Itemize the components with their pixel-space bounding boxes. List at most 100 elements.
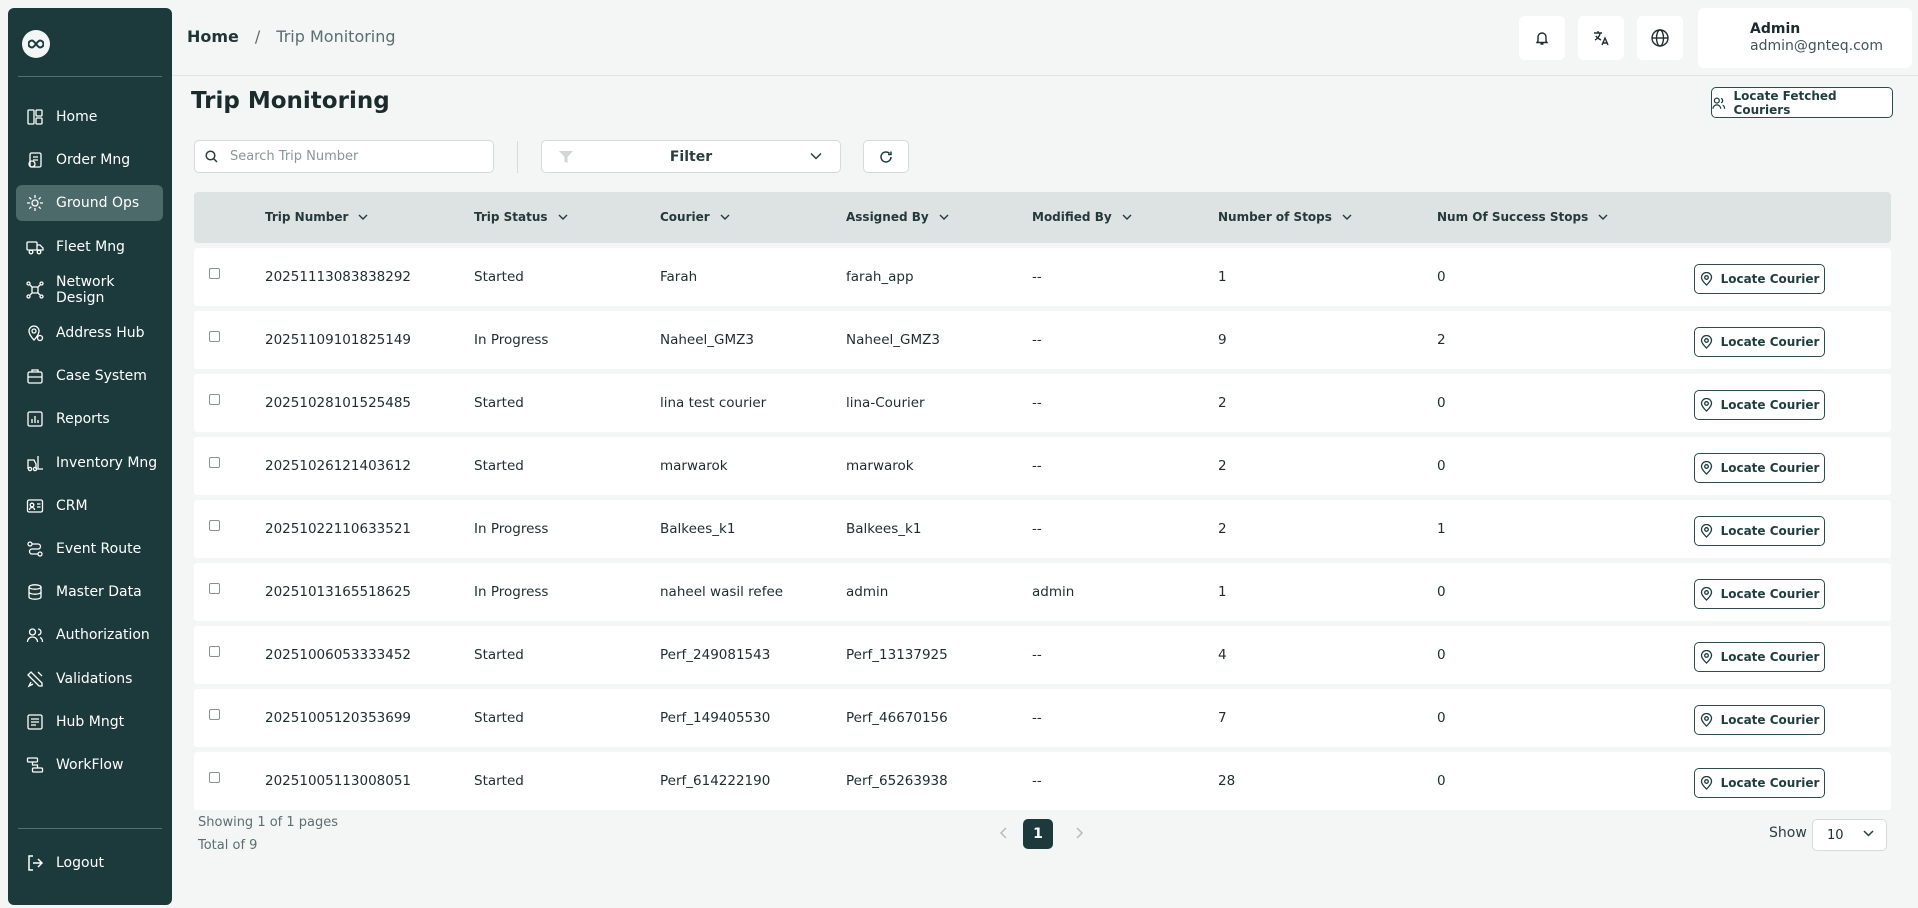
row-checkbox[interactable] [209, 646, 220, 657]
sidebar-item-label: Home [56, 109, 98, 125]
sidebar-item-order-mng[interactable]: Order Mng [16, 142, 163, 178]
column-header-trip-number[interactable]: Trip Number [265, 210, 368, 224]
table-row: 20251026121403612 Started marwarok marwarok… [194, 437, 1891, 495]
locate-fetched-couriers-button[interactable]: Locate Fetched Couriers [1711, 87, 1893, 118]
locate-courier-button[interactable]: Locate Courier [1694, 705, 1825, 735]
sidebar-item-fleet-mng[interactable]: Fleet Mng [16, 229, 163, 265]
cell-trip-status: In Progress [474, 332, 549, 348]
row-checkbox[interactable] [209, 709, 220, 720]
chevron-down-icon [1863, 830, 1874, 837]
report-icon [23, 407, 47, 431]
sidebar-item-reports[interactable]: Reports [16, 401, 163, 437]
cell-number-of-stops: 2 [1218, 395, 1227, 411]
cell-success-stops: 0 [1437, 773, 1446, 789]
cell-trip-number: 20251026121403612 [265, 458, 412, 474]
locate-courier-button[interactable]: Locate Courier [1694, 579, 1825, 609]
cell-courier: marwarok [660, 458, 728, 474]
next-page-button[interactable] [1074, 825, 1084, 844]
cell-assigned-by: Balkees_k1 [846, 521, 922, 537]
logout-label: Logout [56, 855, 104, 871]
sidebar-divider-top [18, 76, 162, 77]
cell-courier: Perf_249081543 [660, 647, 771, 663]
crm-icon [23, 494, 47, 518]
sidebar-item-workflow[interactable]: WorkFlow [16, 747, 163, 783]
column-label: Modified By [1032, 210, 1112, 224]
column-header-assigned-by[interactable]: Assigned By [846, 210, 949, 224]
column-label: Courier [660, 210, 710, 224]
logout-button[interactable]: Logout [16, 845, 163, 881]
cell-number-of-stops: 2 [1218, 458, 1227, 474]
sidebar-item-case-system[interactable]: Case System [16, 358, 163, 394]
locate-courier-label: Locate Courier [1720, 272, 1820, 286]
sidebar-item-validations[interactable]: Validations [16, 661, 163, 697]
translate-icon [1594, 31, 1609, 46]
column-label: Trip Number [265, 210, 349, 224]
cell-success-stops: 0 [1437, 647, 1446, 663]
user-name: Admin [1750, 21, 1801, 37]
locate-courier-button[interactable]: Locate Courier [1694, 390, 1825, 420]
search-box [194, 140, 494, 173]
locate-courier-button[interactable]: Locate Courier [1694, 327, 1825, 357]
cell-assigned-by: farah_app [846, 269, 914, 285]
row-checkbox[interactable] [209, 268, 220, 279]
locate-courier-button[interactable]: Locate Courier [1694, 453, 1825, 483]
cell-courier: Perf_149405530 [660, 710, 771, 726]
translate-button[interactable] [1578, 16, 1624, 60]
sidebar-item-event-route[interactable]: Event Route [16, 531, 163, 567]
column-header-num-of-success-stops[interactable]: Num Of Success Stops [1437, 210, 1608, 224]
search-input[interactable] [230, 149, 470, 164]
sidebar-item-network-design[interactable]: Network Design [16, 272, 163, 308]
location-pin-icon [1700, 335, 1712, 349]
language-button[interactable] [1637, 16, 1683, 60]
case-icon [23, 364, 47, 388]
forklift-icon [23, 451, 47, 475]
app-logo[interactable] [22, 30, 50, 58]
prev-page-button[interactable] [999, 825, 1009, 844]
locate-courier-label: Locate Courier [1720, 776, 1820, 790]
sidebar-item-home[interactable]: Home [16, 99, 163, 135]
filter-dropdown[interactable]: Filter [541, 140, 841, 173]
sidebar-item-authorization[interactable]: Authorization [16, 617, 163, 653]
sidebar-item-label: Address Hub [56, 325, 145, 341]
cell-modified-by: -- [1032, 773, 1042, 789]
breadcrumb-home[interactable]: Home [187, 27, 239, 46]
location-pin-icon [1700, 461, 1712, 475]
column-header-courier[interactable]: Courier [660, 210, 730, 224]
sidebar-item-ground-ops[interactable]: Ground Ops [16, 185, 163, 222]
sidebar-item-address-hub[interactable]: Address Hub [16, 315, 163, 351]
row-checkbox[interactable] [209, 772, 220, 783]
location-pin-icon [1700, 650, 1712, 664]
row-checkbox[interactable] [209, 331, 220, 342]
locate-courier-button[interactable]: Locate Courier [1694, 768, 1825, 798]
refresh-button[interactable] [863, 140, 909, 173]
locate-courier-button[interactable]: Locate Courier [1694, 642, 1825, 672]
notifications-button[interactable] [1519, 16, 1565, 60]
row-checkbox[interactable] [209, 583, 220, 594]
row-checkbox[interactable] [209, 520, 220, 531]
cell-modified-by: -- [1032, 395, 1042, 411]
sidebar-item-master-data[interactable]: Master Data [16, 574, 163, 610]
cell-modified-by: -- [1032, 458, 1042, 474]
column-header-modified-by[interactable]: Modified By [1032, 210, 1132, 224]
locate-courier-button[interactable]: Locate Courier [1694, 516, 1825, 546]
table-row: 20251005120353699 Started Perf_149405530 Pe… [194, 689, 1891, 747]
page-size-select[interactable]: 10 [1812, 819, 1887, 851]
sidebar-item-hub-mngt[interactable]: Hub Mngt [16, 704, 163, 740]
cell-trip-number: 20251005113008051 [265, 773, 412, 789]
cell-courier: Naheel_GMZ3 [660, 332, 754, 348]
sidebar-item-crm[interactable]: CRM [16, 488, 163, 524]
user-menu[interactable]: Admin admin@gnteq.com [1698, 8, 1912, 68]
locate-courier-button[interactable]: Locate Courier [1694, 264, 1825, 294]
users-icon [1712, 97, 1726, 109]
locate-courier-label: Locate Courier [1720, 335, 1820, 349]
cell-trip-status: Started [474, 269, 524, 285]
row-checkbox[interactable] [209, 457, 220, 468]
page-number-button[interactable]: 1 [1023, 819, 1053, 849]
globe-icon [1651, 29, 1669, 47]
refresh-icon [880, 150, 892, 163]
column-header-trip-status[interactable]: Trip Status [474, 210, 568, 224]
column-header-number-of-stops[interactable]: Number of Stops [1218, 210, 1352, 224]
cell-trip-status: Started [474, 773, 524, 789]
row-checkbox[interactable] [209, 394, 220, 405]
sidebar-item-inventory-mng[interactable]: Inventory Mng [16, 445, 163, 481]
